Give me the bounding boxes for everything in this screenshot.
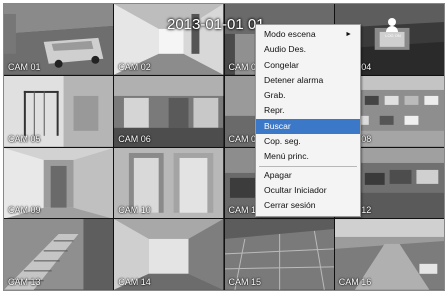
camera-label: CAM 13	[8, 277, 41, 287]
camera-tile-05[interactable]: CAM 05	[4, 75, 114, 147]
menu-item-label: Cerrar sesión	[264, 200, 316, 211]
menu-item-label: Cop. seg.	[264, 136, 301, 147]
menu-item-shutdown[interactable]: Apagar	[256, 168, 360, 183]
camera-label: CAM 15	[228, 277, 262, 287]
menu-item-stop-alarm[interactable]: Detener alarma	[256, 73, 360, 88]
user-icon[interactable]: LOG ON	[385, 18, 401, 38]
camera-tile-10[interactable]: CAM 10	[114, 147, 224, 219]
menu-item-main-menu[interactable]: Menú princ.	[256, 149, 360, 164]
menu-item-label: Repr.	[264, 105, 285, 116]
menu-item-search[interactable]: Buscar	[256, 118, 360, 135]
camera-tile-01[interactable]: CAM 01	[4, 4, 114, 75]
camera-label: CAM 05	[8, 133, 41, 144]
camera-grid: CAM 01 CAM 02 CAM 03 04 CAM 05 CAM 06 CA…	[4, 4, 444, 290]
camera-tile-14[interactable]: CAM 14	[114, 219, 224, 290]
menu-item-backup[interactable]: Cop. seg.	[256, 134, 360, 149]
menu-item-label: Menú princ.	[264, 151, 309, 162]
datetime-overlay: 2013-01-01 01	[167, 16, 265, 33]
user-icon-head	[388, 18, 396, 26]
menu-item-label: Congelar	[264, 59, 299, 70]
camera-label: CAM 14	[118, 277, 151, 287]
menu-item-label: Detener alarma	[264, 74, 324, 85]
camera-tile-13[interactable]: CAM 13	[4, 219, 114, 290]
user-status-tag: LOG ON	[385, 33, 401, 38]
menu-divider	[259, 165, 357, 167]
menu-item-label: Apagar	[264, 169, 292, 180]
menu-item-play[interactable]: Repr.	[256, 103, 360, 118]
camera-tile-15[interactable]: CAM 15	[224, 219, 334, 290]
user-icon-body	[386, 26, 398, 32]
submenu-arrow-icon: ►	[345, 31, 352, 38]
context-menu: Modo escena ► Audio Des. Congelar Detene…	[255, 24, 361, 217]
camera-label: CAM 02	[118, 61, 151, 72]
menu-item-record[interactable]: Grab.	[256, 88, 360, 103]
menu-item-hide-launcher[interactable]: Ocultar Iniciador	[256, 183, 360, 198]
camera-label: CAM 09	[8, 205, 41, 216]
menu-item-scene-mode[interactable]: Modo escena ►	[256, 27, 360, 42]
menu-item-freeze[interactable]: Congelar	[256, 58, 360, 73]
camera-tile-16[interactable]: CAM 16	[334, 219, 444, 290]
menu-item-label: Grab.	[264, 90, 286, 101]
menu-item-label: Buscar	[264, 120, 291, 131]
camera-label: CAM 10	[118, 205, 151, 216]
camera-tile-06[interactable]: CAM 06	[114, 75, 224, 147]
menu-item-audio-off[interactable]: Audio Des.	[256, 42, 360, 57]
camera-label: CAM 16	[338, 277, 372, 287]
camera-label: CAM 06	[118, 133, 151, 144]
dvr-monitor-screen: CAM 01 CAM 02 CAM 03 04 CAM 05 CAM 06 CA…	[3, 3, 445, 291]
camera-label: CAM 01	[8, 61, 41, 72]
camera-tile-02[interactable]: CAM 02	[114, 4, 224, 75]
menu-item-logout[interactable]: Cerrar sesión	[256, 198, 360, 213]
camera-tile-09[interactable]: CAM 09	[4, 147, 114, 219]
menu-item-label: Ocultar Iniciador	[264, 184, 327, 195]
menu-item-label: Modo escena	[264, 29, 316, 39]
menu-item-label: Audio Des.	[264, 44, 307, 55]
